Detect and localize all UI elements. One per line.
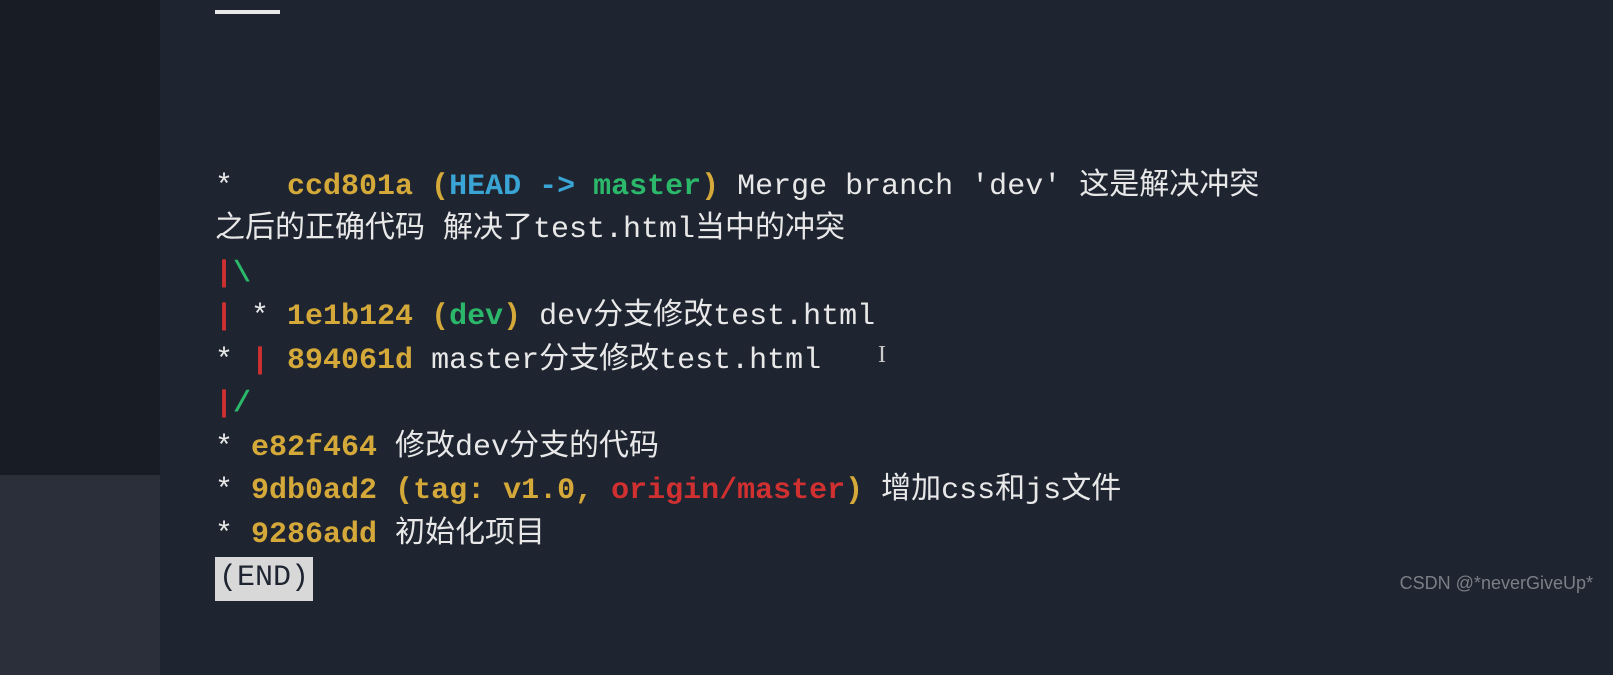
commit-message: 修改dev分支的代码: [377, 431, 659, 465]
commit-message: Merge branch 'dev' 这是解决冲突: [719, 170, 1259, 204]
commit-hash: 9db0ad2: [251, 474, 377, 508]
refs-open: (: [377, 474, 413, 508]
commit-hash: 894061d: [287, 344, 413, 378]
graph-pipe: |: [251, 344, 287, 378]
commit-message: master分支修改test.html: [413, 344, 821, 378]
refs-open: (: [413, 300, 449, 334]
git-log-graph: * ccd801a (HEAD -> master) Merge branch …: [215, 166, 1593, 601]
pager-end-marker: (END): [215, 557, 313, 601]
commit-message-wrap: 之后的正确代码 解决了test.html当中的冲突: [215, 213, 845, 247]
text-cursor-icon: I: [878, 338, 886, 373]
graph-star: *: [215, 344, 251, 378]
head-ref: HEAD ->: [449, 170, 593, 204]
commit-hash: 1e1b124: [287, 300, 413, 334]
graph-star: *: [215, 474, 251, 508]
graph-pipe: |: [215, 300, 251, 334]
left-gutter-highlight: [0, 475, 160, 675]
refs-close: ): [503, 300, 521, 334]
graph-slash: /: [233, 387, 251, 421]
watermark: CSDN @*neverGiveUp*: [1400, 570, 1593, 596]
graph-backslash: \: [233, 257, 251, 291]
commit-message: 增加css和js文件: [863, 474, 1121, 508]
remote-ref: origin/master: [611, 474, 845, 508]
graph-pipe: |: [215, 387, 233, 421]
commit-hash: e82f464: [251, 431, 377, 465]
graph-star: *: [215, 170, 287, 204]
commit-hash: ccd801a: [287, 170, 413, 204]
refs-open: (: [413, 170, 449, 204]
commit-message: 初始化项目: [377, 518, 545, 552]
graph-pipe: |: [215, 257, 233, 291]
graph-star: *: [215, 518, 251, 552]
branch-name: master: [593, 170, 701, 204]
tag-ref: tag: v1.0: [413, 474, 575, 508]
terminal-output[interactable]: * ccd801a (HEAD -> master) Merge branch …: [215, 0, 1593, 644]
refs-close: ): [701, 170, 719, 204]
branch-name: dev: [449, 300, 503, 334]
commit-hash: 9286add: [251, 518, 377, 552]
refs-close: ): [845, 474, 863, 508]
commit-message: dev分支修改test.html: [521, 300, 875, 334]
graph-star: *: [251, 300, 287, 334]
graph-star: *: [215, 431, 251, 465]
refs-comma: ,: [575, 474, 611, 508]
